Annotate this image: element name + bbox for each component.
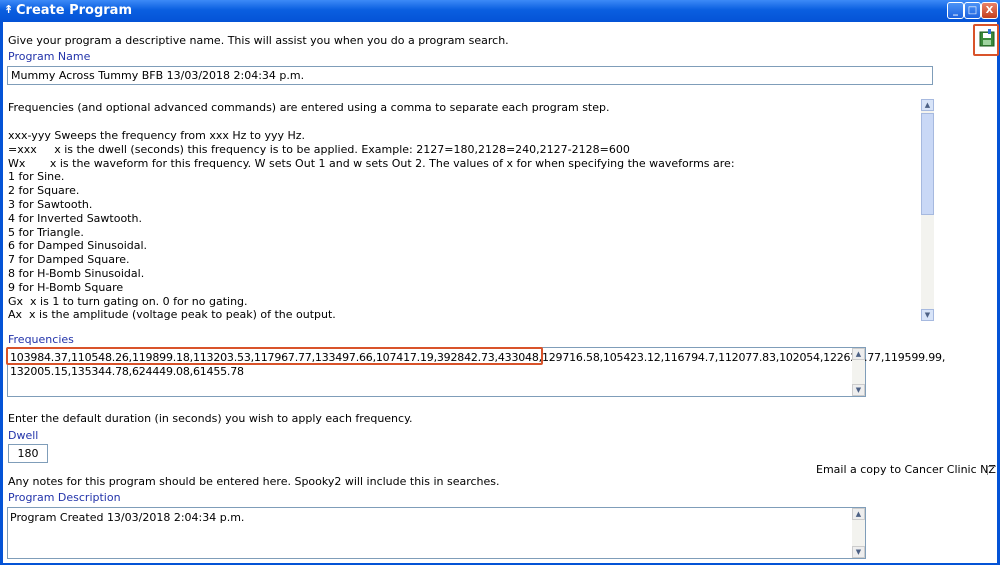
program-name-label: Program Name [8, 50, 91, 63]
dwell-value: 180 [17, 447, 39, 460]
minimize-icon: _ [953, 5, 958, 16]
scroll-down-icon[interactable]: ▼ [921, 309, 934, 321]
help-line: 3 for Sawtooth. [8, 197, 93, 211]
help-line: 6 for Damped Sinusoidal. [8, 239, 148, 253]
help-scrollbar[interactable]: ▲ ▼ [921, 99, 934, 321]
help-line: Wx x is the waveform for this frequency.… [8, 156, 735, 170]
help-line: 9 for H-Bomb Square [8, 280, 124, 294]
email-label: Email a copy to Cancer Clinic NZ [816, 463, 996, 476]
description-label: Program Description [8, 491, 121, 504]
scroll-up-icon[interactable]: ▲ [921, 99, 934, 111]
help-line: 2 for Square. [8, 184, 80, 198]
save-icon [979, 29, 995, 47]
help-line: 4 for Inverted Sawtooth. [8, 211, 142, 225]
help-line: 8 for H-Bomb Sinusoidal. [8, 266, 145, 280]
help-line: 7 for Damped Square. [8, 253, 130, 267]
description-scrollbar[interactable]: ▲ ▼ [852, 508, 865, 558]
dwell-label: Dwell [8, 429, 39, 442]
minimize-button[interactable]: _ [947, 2, 964, 19]
description-intro: Any notes for this program should be ent… [8, 475, 500, 488]
help-line: =xxx x is the dwell (seconds) this frequ… [8, 142, 630, 156]
scroll-down-icon[interactable]: ▼ [852, 546, 865, 558]
frequencies-scrollbar[interactable]: ▲ ▼ [852, 348, 865, 396]
dwell-input[interactable]: 180 [8, 444, 48, 463]
help-text: xxx-yyy Sweeps the frequency from xxx Hz… [8, 129, 908, 322]
help-line: Ax x is the amplitude (voltage peak to p… [8, 308, 336, 322]
help-line: 1 for Sine. [8, 170, 65, 184]
window-frame-left [0, 22, 3, 565]
frequencies-line-1: 103984.37,110548.26,119899.18,113203.53,… [10, 351, 945, 364]
app-icon: ↟ [4, 3, 14, 16]
window-title: Create Program [16, 3, 133, 18]
maximize-button[interactable]: □ [964, 2, 981, 19]
program-name-value: Mummy Across Tummy BFB 13/03/2018 2:04:3… [11, 69, 305, 82]
frequencies-label: Frequencies [8, 333, 74, 346]
scroll-up-icon[interactable]: ▲ [852, 348, 865, 360]
help-line: Gx x is 1 to turn gating on. 0 for no ga… [8, 294, 248, 308]
program-name-intro: Give your program a descriptive name. Th… [8, 34, 509, 47]
save-button[interactable] [979, 29, 995, 47]
frequencies-line-2: 132005.15,135344.78,624449.08,61455.78 [10, 365, 244, 378]
description-input[interactable]: Program Created 13/03/2018 2:04:34 p.m. … [7, 507, 866, 559]
close-button[interactable]: X [981, 2, 998, 19]
email-checkbox[interactable] [987, 466, 996, 475]
frequencies-rest-text: ,105423.12,116794.7,112077.83,102054,122… [599, 351, 946, 364]
scroll-down-icon[interactable]: ▼ [852, 384, 865, 396]
dwell-intro: Enter the default duration (in seconds) … [8, 412, 413, 425]
maximize-icon: □ [967, 5, 978, 16]
close-icon: X [985, 5, 994, 16]
help-intro: Frequencies (and optional advanced comma… [8, 101, 610, 114]
title-bar[interactable]: ↟ Create Program _ □ X [0, 0, 1000, 22]
help-scrollbar-thumb[interactable] [921, 113, 934, 215]
frequencies-input[interactable]: 103984.37,110548.26,119899.18,113203.53,… [7, 347, 945, 397]
help-line: 5 for Triangle. [8, 225, 84, 239]
description-value: Program Created 13/03/2018 2:04:34 p.m. [10, 511, 245, 524]
frequencies-highlighted-text: 103984.37,110548.26,119899.18,113203.53,… [10, 351, 600, 364]
scroll-up-icon[interactable]: ▲ [852, 508, 865, 520]
program-name-input[interactable]: Mummy Across Tummy BFB 13/03/2018 2:04:3… [7, 66, 933, 85]
help-line: xxx-yyy Sweeps the frequency from xxx Hz… [8, 129, 306, 142]
